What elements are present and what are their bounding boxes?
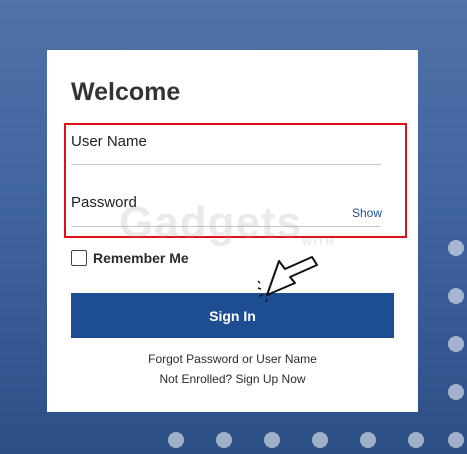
remember-me-label[interactable]: Remember Me <box>93 250 189 266</box>
sign-up-link[interactable]: Not Enrolled? Sign Up Now <box>47 372 418 386</box>
username-field[interactable]: User Name <box>71 133 147 150</box>
sign-in-button[interactable]: Sign In <box>71 293 394 338</box>
remember-me-checkbox[interactable] <box>71 250 87 266</box>
username-underline <box>71 164 381 165</box>
show-password-button[interactable]: Show <box>352 206 382 220</box>
pointer-arrow-icon <box>257 256 318 303</box>
welcome-title: Welcome <box>71 78 181 106</box>
login-card: Welcome User Name Password Show GadgetsW… <box>47 50 418 412</box>
password-field[interactable]: Password <box>71 194 137 211</box>
password-underline <box>71 226 381 227</box>
forgot-password-link[interactable]: Forgot Password or User Name <box>47 352 418 366</box>
